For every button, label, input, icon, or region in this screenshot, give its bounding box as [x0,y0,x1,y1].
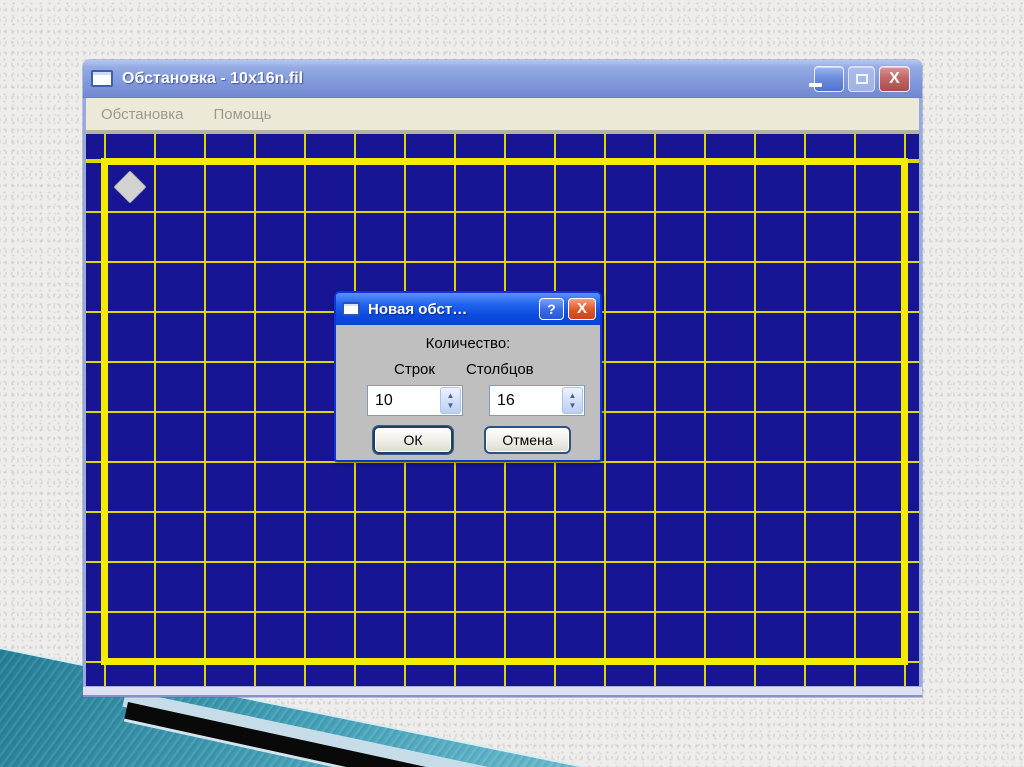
dialog-title-bar[interactable]: Новая обст… ? X [336,293,600,325]
menu-bar: Обстановка Помощь [86,98,919,134]
window-icon [91,70,113,87]
minimize-button[interactable] [809,65,844,92]
help-icon: ? [547,301,556,317]
dialog-title: Новая обст… [368,300,468,318]
columns-spinner[interactable]: ▲ ▼ [562,387,583,414]
window-bottom-frame [83,686,922,697]
title-bar[interactable]: Обстановка - 10x16n.fil X [83,60,922,98]
close-button[interactable]: X [879,65,910,92]
dialog-close-button[interactable]: X [568,298,596,320]
columns-spinbox: ▲ ▼ [489,385,585,416]
cancel-button[interactable]: Отмена [484,426,571,454]
spin-down-icon[interactable]: ▼ [569,401,577,410]
slide-background: Обстановка - 10x16n.fil X Обстановка Пом… [0,0,1024,767]
ok-button[interactable]: ОК [373,426,453,454]
quantity-label: Количество: [425,335,511,352]
spin-down-icon[interactable]: ▼ [447,401,455,410]
window-title: Обстановка - 10x16n.fil [122,69,304,87]
minimize-icon [809,82,822,87]
maximize-button[interactable] [848,65,875,92]
rows-input[interactable] [368,386,439,415]
maximize-icon [855,73,868,84]
dialog-window-icon [342,302,360,316]
columns-input[interactable] [490,386,561,415]
window-controls: X [809,65,910,92]
new-environment-dialog: Новая обст… ? X Количество: Строк Столбц… [334,291,602,462]
menu-item-help[interactable]: Помощь [207,102,277,127]
rows-spinner[interactable]: ▲ ▼ [440,387,461,414]
dialog-help-button[interactable]: ? [539,298,564,320]
close-icon: X [576,300,587,317]
rows-spinbox: ▲ ▼ [367,385,463,416]
spin-up-icon[interactable]: ▲ [447,391,455,400]
menu-item-obstanovka[interactable]: Обстановка [95,102,189,127]
columns-label: Столбцов [466,361,534,378]
rows-label: Строк [394,361,435,378]
spin-up-icon[interactable]: ▲ [569,391,577,400]
dialog-body: Количество: Строк Столбцов ▲ ▼ ▲ ▼ ОК От… [336,325,600,460]
close-icon: X [889,69,900,87]
